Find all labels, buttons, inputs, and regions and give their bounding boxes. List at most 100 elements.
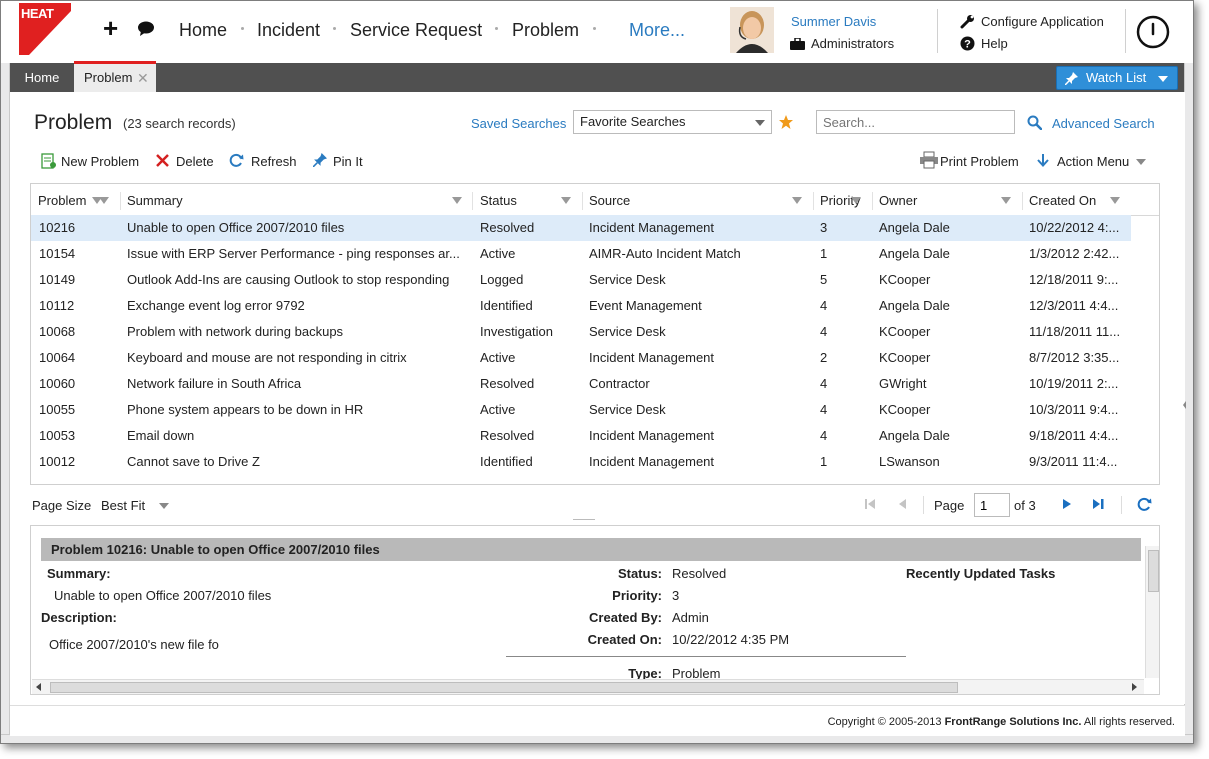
cell-summary: Keyboard and mouse are not responding in… <box>127 350 407 365</box>
column-header-owner[interactable]: Owner <box>879 184 917 215</box>
divider <box>923 496 924 514</box>
pin-it-button[interactable]: Pin It <box>333 154 363 169</box>
cell-created-on: 12/18/2011 9:... <box>1029 272 1119 287</box>
column-header-source[interactable]: Source <box>589 184 630 215</box>
table-row[interactable]: 10216 Unable to open Office 2007/2010 fil… <box>31 215 1131 241</box>
refresh-button[interactable]: Refresh <box>251 154 297 169</box>
briefcase-icon <box>790 38 805 50</box>
nav-service-request[interactable]: Service Request <box>350 20 482 41</box>
column-header-status[interactable]: Status <box>480 184 517 215</box>
filter-icon[interactable] <box>1110 197 1120 204</box>
filter-icon[interactable] <box>851 197 861 204</box>
tab-home[interactable]: Home <box>10 63 74 92</box>
table-row[interactable]: 10053 Email down Resolved Incident Manageme… <box>31 423 1131 449</box>
last-page-icon[interactable] <box>1092 498 1105 510</box>
divider <box>1121 496 1122 514</box>
column-divider[interactable] <box>872 192 873 210</box>
description-value: Office 2007/2010's new file fo <box>49 637 219 652</box>
scrollbar-thumb[interactable] <box>1148 550 1159 592</box>
avatar[interactable] <box>730 7 774 53</box>
advanced-search-link[interactable]: Advanced Search <box>1052 116 1155 131</box>
table-row[interactable]: 10055 Phone system appears to be down in … <box>31 397 1131 423</box>
page-number-input[interactable] <box>974 493 1010 517</box>
filter-icon[interactable] <box>1001 197 1011 204</box>
nav-incident[interactable]: Incident <box>257 20 320 41</box>
search-icon[interactable] <box>1027 115 1042 130</box>
column-header-created-on[interactable]: Created On <box>1029 184 1096 215</box>
description-label: Description: <box>41 610 117 625</box>
summary-value: Unable to open Office 2007/2010 files <box>54 588 272 603</box>
new-record-icon <box>41 153 56 169</box>
cell-status: Active <box>480 402 516 417</box>
vertical-scrollbar[interactable] <box>1145 546 1159 678</box>
next-page-icon[interactable] <box>1061 498 1073 510</box>
column-divider[interactable] <box>472 192 473 210</box>
print-problem-button[interactable]: Print Problem <box>940 154 1019 169</box>
column-header-summary[interactable]: Summary <box>127 184 183 215</box>
table-row[interactable]: 10149 Outlook Add-Ins are causing Outlook… <box>31 267 1131 293</box>
action-menu-button[interactable]: Action Menu <box>1057 154 1129 169</box>
scroll-left-icon[interactable] <box>36 683 41 691</box>
help-link[interactable]: Help <box>981 36 1008 51</box>
star-icon[interactable] <box>778 114 794 130</box>
cell-priority: 3 <box>820 220 828 235</box>
saved-searches-link[interactable]: Saved Searches <box>471 116 566 131</box>
cell-source: Incident Management <box>589 454 715 469</box>
horizontal-scrollbar[interactable] <box>32 679 1144 694</box>
chevron-down-icon[interactable] <box>159 503 169 509</box>
filter-icon[interactable] <box>792 197 802 204</box>
configure-application-link[interactable]: Configure Application <box>981 14 1104 29</box>
filter-icon[interactable] <box>99 197 109 204</box>
filter-icon[interactable] <box>561 197 571 204</box>
nav-problem[interactable]: Problem <box>512 20 579 41</box>
app-window: HEAT + Home Incident Service Request Pro… <box>0 0 1194 744</box>
previous-page-icon[interactable] <box>896 498 908 510</box>
table-row[interactable]: 10012 Cannot save to Drive Z Identified Inc… <box>31 449 1131 475</box>
cell-status: Active <box>480 350 516 365</box>
cell-owner: Angela Dale <box>879 220 950 235</box>
column-divider[interactable] <box>813 192 814 210</box>
column-divider[interactable] <box>1022 192 1023 210</box>
nav-separator <box>241 27 244 30</box>
cell-owner: Angela Dale <box>879 246 950 261</box>
delete-icon <box>156 154 169 167</box>
table-row[interactable]: 10068 Problem with network during backups… <box>31 319 1131 345</box>
page-size-select[interactable]: Best Fit <box>101 498 145 513</box>
filter-icon[interactable] <box>452 197 462 204</box>
first-page-icon[interactable] <box>864 498 876 510</box>
cell-priority: 4 <box>820 376 828 391</box>
page-title: Problem <box>34 111 113 134</box>
close-icon[interactable]: ✕ <box>137 64 149 92</box>
collapse-panel-icon[interactable] <box>1182 398 1187 412</box>
user-name-link[interactable]: Summer Davis <box>791 14 876 29</box>
cell-status: Investigation <box>480 324 553 339</box>
column-header-problem[interactable]: Problem <box>38 184 86 215</box>
table-row[interactable]: 10112 Exchange event log error 9792 Identi… <box>31 293 1131 319</box>
delete-button[interactable]: Delete <box>176 154 214 169</box>
nav-home[interactable]: Home <box>179 20 227 41</box>
created-by-value: Admin <box>672 610 709 625</box>
chat-icon[interactable] <box>137 21 155 37</box>
watch-list-button[interactable]: Watch List <box>1056 66 1178 90</box>
tab-problem[interactable]: Problem ✕ <box>74 61 156 92</box>
logout-power-icon[interactable] <box>1134 13 1172 51</box>
refresh-icon[interactable] <box>1137 497 1152 512</box>
column-divider[interactable] <box>582 192 583 210</box>
user-role[interactable]: Administrators <box>811 36 894 51</box>
page-size-label: Page Size <box>32 498 92 513</box>
chevron-down-icon <box>1136 159 1146 165</box>
add-icon[interactable]: + <box>103 15 118 41</box>
search-input[interactable] <box>816 110 1015 134</box>
table-row[interactable]: 10060 Network failure in South Africa Reso… <box>31 371 1131 397</box>
scroll-right-icon[interactable] <box>1132 683 1137 691</box>
favorite-searches-dropdown[interactable]: Favorite Searches <box>573 110 772 134</box>
table-row[interactable]: 10064 Keyboard and mouse are not respondi… <box>31 345 1131 371</box>
cell-summary: Cannot save to Drive Z <box>127 454 260 469</box>
nav-more[interactable]: More... <box>629 20 685 41</box>
new-problem-button[interactable]: New Problem <box>61 154 139 169</box>
scrollbar-thumb[interactable] <box>50 682 958 693</box>
column-divider[interactable] <box>120 192 121 210</box>
table-row[interactable]: 10154 Issue with ERP Server Performance -… <box>31 241 1131 267</box>
svg-text:?: ? <box>964 39 971 51</box>
cell-priority: 2 <box>820 350 828 365</box>
